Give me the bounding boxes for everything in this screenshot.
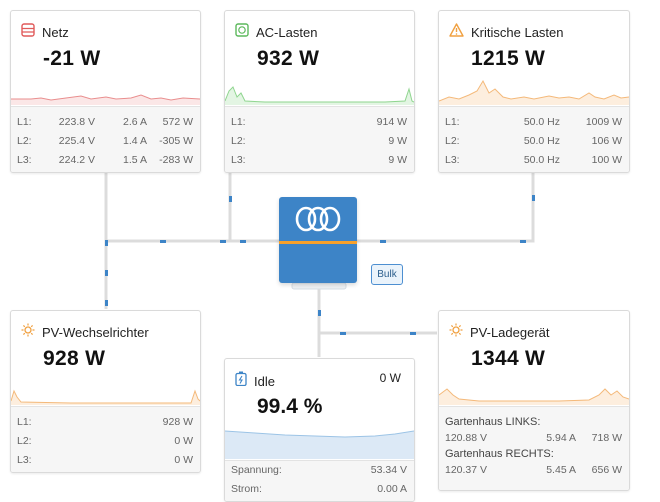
critical-loads-phase-row: L3: 50.0 Hz 100 W (445, 154, 622, 166)
critical-loads-phase-row: L2: 50.0 Hz 106 W (445, 135, 622, 147)
pv-inverter-header: PV-Wechselrichter 928 W (11, 311, 200, 405)
grid-phase-row: L2: 225.4 V 1.4 A -305 W (17, 135, 193, 147)
pv-charger-details: Gartenhaus LINKS: 120.88 V 5.94 A 718 W … (439, 406, 629, 490)
battery-soc: 99.4 % (257, 395, 323, 418)
battery-card[interactable]: Idle 0 W 99.4 % Spannung: 53.34 V Strom:… (224, 358, 415, 502)
grid-phases: L1: 223.8 V 2.6 A 572 W L2: 225.4 V 1.4 … (11, 106, 200, 172)
ac-loads-phase-row: L1: 914 W (231, 116, 407, 128)
pv-inverter-phase-row: L2: 0 W (17, 435, 193, 447)
grid-icon (21, 23, 35, 42)
battery-details: Spannung: 53.34 V Strom: 0.00 A (225, 460, 414, 501)
pv-inverter-card[interactable]: PV-Wechselrichter 928 W L1: 928 W L2: 0 … (10, 310, 201, 473)
pv-charger-card[interactable]: PV-Ladegerät 1344 W Gartenhaus LINKS: 12… (438, 310, 630, 491)
pv-charger-row: 120.88 V 5.94 A 718 W (445, 432, 622, 444)
ac-loads-phase-row: L2: 9 W (231, 135, 407, 147)
warning-icon (449, 23, 464, 42)
battery-state: Idle (254, 373, 275, 389)
sun-icon (21, 323, 35, 342)
battery-icon (235, 371, 247, 391)
pv-charger-name: Gartenhaus RECHTS: (445, 448, 554, 460)
pv-charger-sparkline (439, 388, 629, 405)
battery-voltage-row: Spannung: 53.34 V (231, 464, 407, 476)
pv-charger-header: PV-Ladegerät 1344 W (439, 311, 629, 405)
pv-charger-name: Gartenhaus LINKS: (445, 416, 541, 428)
ac-loads-sparkline (225, 86, 414, 105)
victron-logo (294, 204, 342, 239)
battery-power: 0 W (379, 371, 401, 385)
pv-charger-row: 120.37 V 5.45 A 656 W (445, 464, 622, 476)
grid-title: Netz (42, 25, 69, 40)
pv-inverter-phase-row: L3: 0 W (17, 454, 193, 466)
battery-current-row: Strom: 0.00 A (231, 483, 407, 495)
pv-inverter-sparkline (11, 389, 200, 405)
critical-loads-header: Kritische Lasten 1215 W (439, 11, 629, 105)
ac-loads-phase-row: L3: 9 W (231, 154, 407, 166)
ac-loads-header: AC-Lasten 932 W (225, 11, 414, 105)
critical-loads-card[interactable]: Kritische Lasten 1215 W L1: 50.0 Hz 1009… (438, 10, 630, 173)
critical-loads-phase-row: L1: 50.0 Hz 1009 W (445, 116, 622, 128)
plug-icon (235, 23, 249, 42)
critical-loads-title: Kritische Lasten (471, 25, 564, 40)
grid-card[interactable]: Netz -21 W L1: 223.8 V 2.6 A 572 W L2: 2… (10, 10, 201, 173)
inverter-stripe (279, 241, 357, 244)
inverter-state-badge: Bulk (371, 264, 403, 285)
pv-inverter-phase-row: L1: 928 W (17, 416, 193, 428)
ac-loads-phases: L1: 914 W L2: 9 W L3: 9 W (225, 106, 414, 172)
ac-loads-title: AC-Lasten (256, 25, 318, 40)
pv-charger-title: PV-Ladegerät (470, 325, 550, 340)
sun-icon (449, 323, 463, 342)
critical-loads-phases: L1: 50.0 Hz 1009 W L2: 50.0 Hz 106 W L3:… (439, 106, 629, 172)
critical-loads-sparkline (439, 79, 629, 105)
inverter-charger[interactable] (279, 197, 357, 283)
battery-soc-sparkline (225, 430, 414, 459)
battery-header: Idle 0 W 99.4 % (225, 359, 414, 459)
pv-inverter-phases: L1: 928 W L2: 0 W L3: 0 W (11, 406, 200, 472)
ac-loads-card[interactable]: AC-Lasten 932 W L1: 914 W L2: 9 W L3: 9 … (224, 10, 415, 173)
grid-card-header: Netz -21 W (11, 11, 200, 105)
pv-inverter-title: PV-Wechselrichter (42, 325, 149, 340)
grid-sparkline (11, 94, 200, 105)
grid-phase-row: L3: 224.2 V 1.5 A -283 W (17, 154, 193, 166)
grid-phase-row: L1: 223.8 V 2.6 A 572 W (17, 116, 193, 128)
